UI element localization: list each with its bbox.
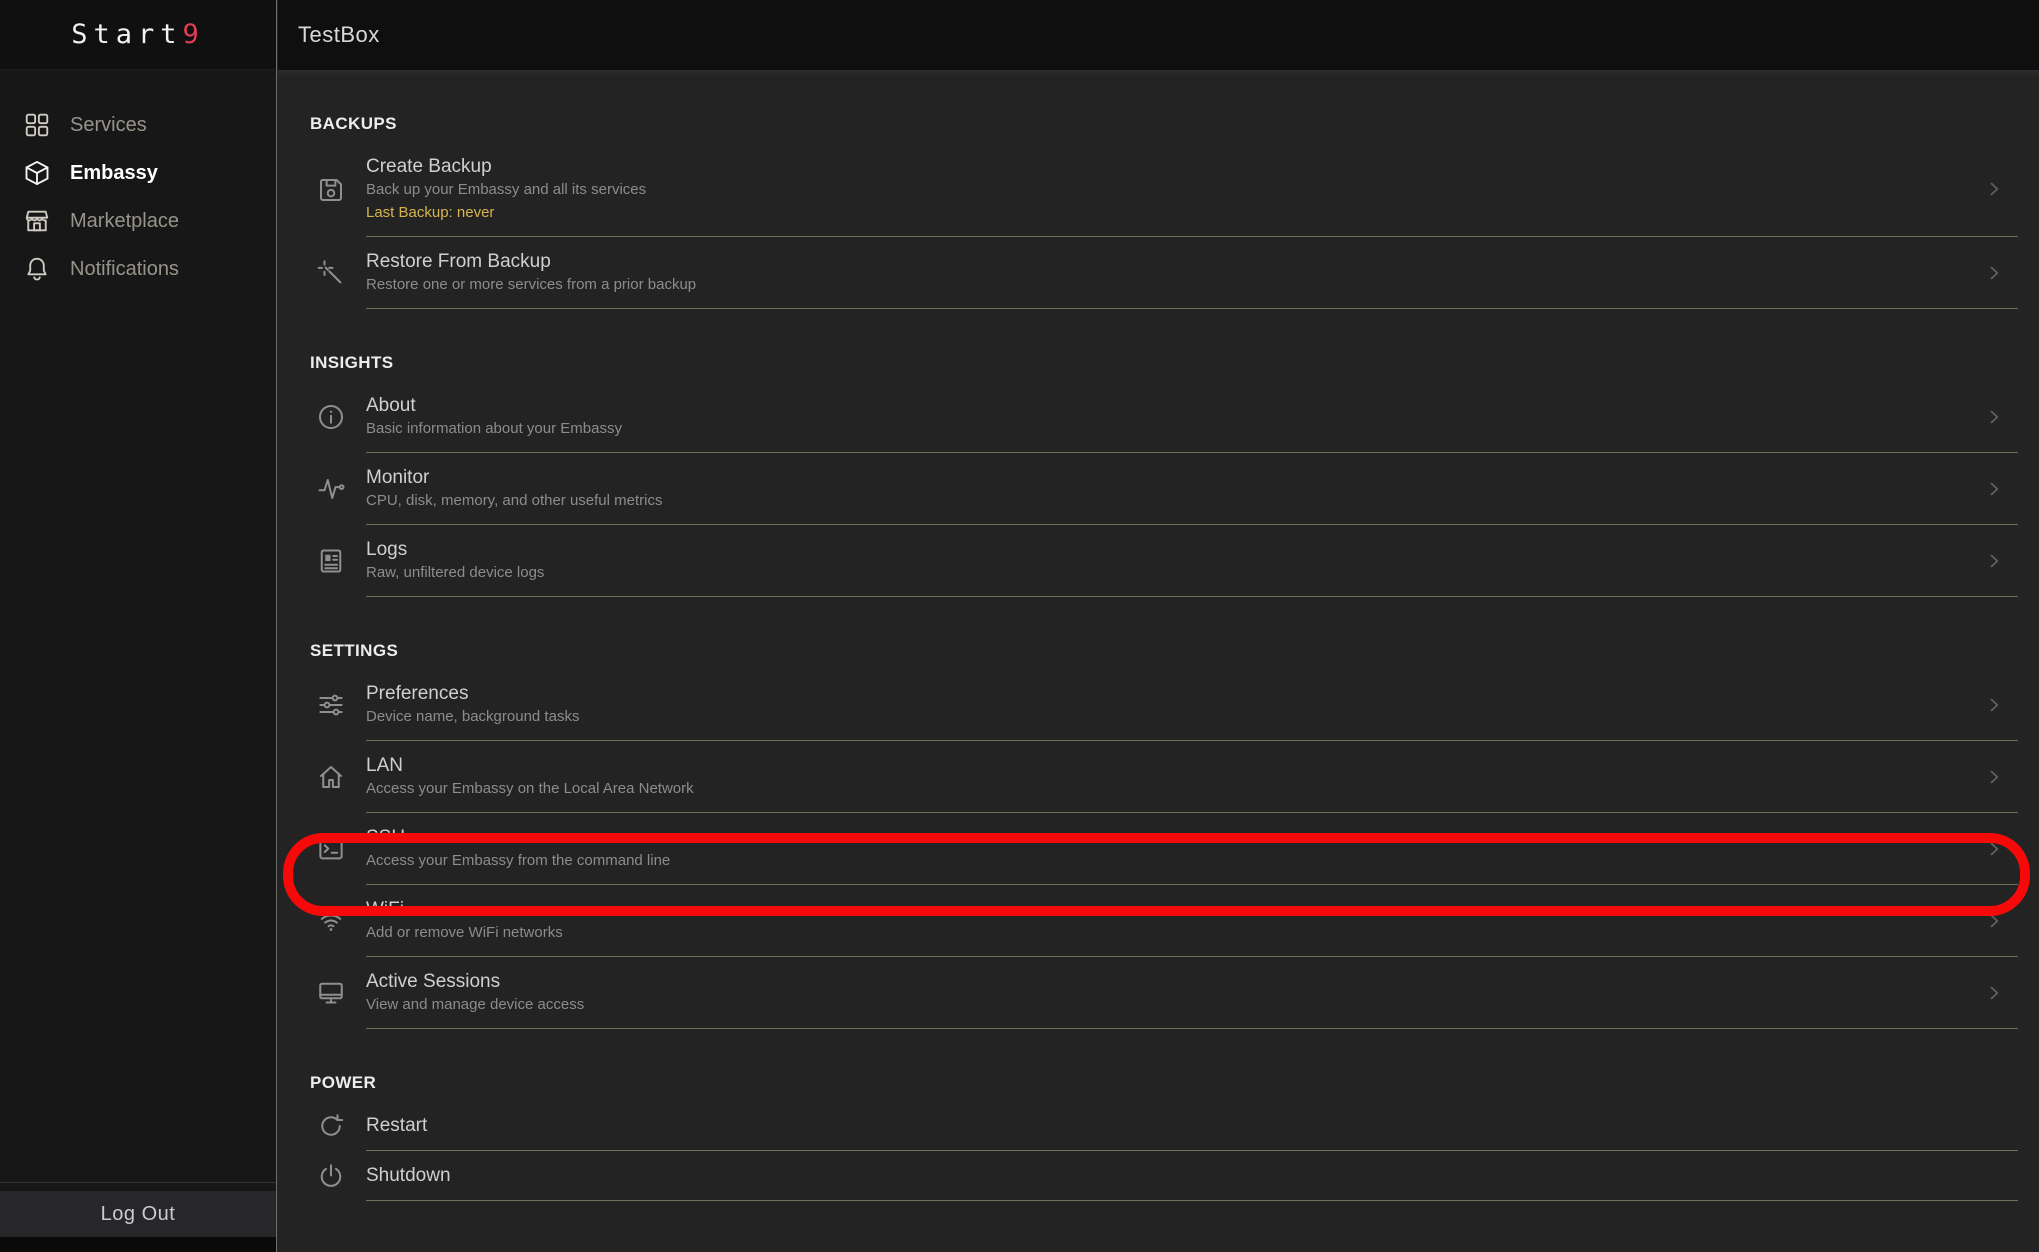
row-ssh[interactable]: SSH Access your Embassy from the command… (310, 813, 2018, 885)
page-title: TestBox (298, 22, 380, 48)
section-title: SETTINGS (310, 597, 2018, 669)
row-active-sessions[interactable]: Active Sessions View and manage device a… (310, 957, 2018, 1029)
chevron-right-icon (1984, 551, 2004, 571)
sidebar-item-services[interactable]: Services (0, 101, 276, 149)
row-title: Restart (366, 1114, 2018, 1137)
row-subtitle: CPU, disk, memory, and other useful metr… (366, 491, 1984, 511)
section-settings: SETTINGS Preferences Device name, backgr… (310, 597, 2018, 1029)
row-preferences[interactable]: Preferences Device name, background task… (310, 669, 2018, 741)
row-title: Restore From Backup (366, 250, 1984, 273)
power-icon (310, 1151, 366, 1201)
sidebar-header: Start9 (0, 0, 276, 70)
sidebar-nav: Services Embassy Marketplace Notificatio… (0, 101, 276, 293)
row-subtitle: Back up your Embassy and all its service… (366, 180, 1984, 200)
cube-icon (23, 159, 51, 187)
pulse-icon (310, 453, 366, 525)
options-icon (310, 669, 366, 741)
chevron-right-icon (1984, 479, 2004, 499)
logo-text: Start (71, 19, 182, 50)
row-title: About (366, 394, 1984, 417)
row-subtitle: Device name, background tasks (366, 707, 1984, 727)
row-create-backup[interactable]: Create Backup Back up your Embassy and a… (310, 142, 2018, 237)
main-header: TestBox (278, 0, 2039, 70)
logo-accent: 9 (183, 19, 205, 50)
chevron-right-icon (1984, 983, 2004, 1003)
section-title: BACKUPS (310, 70, 2018, 142)
logout-divider (0, 1182, 276, 1183)
desktop-icon (310, 957, 366, 1029)
home-icon (310, 741, 366, 813)
sidebar-item-embassy[interactable]: Embassy (0, 149, 276, 197)
row-about[interactable]: About Basic information about your Embas… (310, 381, 2018, 453)
section-title: POWER (310, 1029, 2018, 1101)
row-subtitle: Access your Embassy on the Local Area Ne… (366, 779, 1984, 799)
logout-area: Log Out (0, 1182, 276, 1252)
row-subtitle: Raw, unfiltered device logs (366, 563, 1984, 583)
chevron-right-icon (1984, 179, 2004, 199)
terminal-icon (310, 813, 366, 885)
section-backups: BACKUPS Create Backup Back up your Embas… (310, 70, 2018, 309)
bell-icon (23, 255, 51, 283)
row-subtitle: View and manage device access (366, 995, 1984, 1015)
row-title: Logs (366, 538, 1984, 561)
row-note: Last Backup: never (366, 203, 1984, 223)
chevron-right-icon (1984, 695, 2004, 715)
row-title: WiFi (366, 898, 1984, 921)
start9-logo: Start9 (71, 19, 205, 50)
row-subtitle: Access your Embassy from the command lin… (366, 851, 1984, 871)
section-power: POWER Restart Shutdown (310, 1029, 2018, 1201)
row-shutdown[interactable]: Shutdown (310, 1151, 2018, 1201)
chevron-right-icon (1984, 911, 2004, 931)
row-subtitle: Add or remove WiFi networks (366, 923, 1984, 943)
row-monitor[interactable]: Monitor CPU, disk, memory, and other use… (310, 453, 2018, 525)
row-logs[interactable]: Logs Raw, unfiltered device logs (310, 525, 2018, 597)
row-title: SSH (366, 826, 1984, 849)
logout-button[interactable]: Log Out (0, 1191, 276, 1237)
wand-icon (310, 237, 366, 309)
sidebar-item-notifications[interactable]: Notifications (0, 245, 276, 293)
logout-bottom-strip (0, 1237, 276, 1252)
row-restart[interactable]: Restart (310, 1101, 2018, 1151)
chevron-right-icon (1984, 767, 2004, 787)
chevron-right-icon (1984, 407, 2004, 427)
section-insights: INSIGHTS About Basic information about y… (310, 309, 2018, 597)
row-subtitle: Restore one or more services from a prio… (366, 275, 1984, 295)
info-icon (310, 381, 366, 453)
settings-content: BACKUPS Create Backup Back up your Embas… (278, 70, 2039, 1252)
storefront-icon (23, 207, 51, 235)
main-area: TestBox BACKUPS Create Backup Back up yo… (278, 0, 2039, 1252)
chevron-right-icon (1984, 263, 2004, 283)
row-title: Active Sessions (366, 970, 1984, 993)
row-title: LAN (366, 754, 1984, 777)
row-title: Monitor (366, 466, 1984, 489)
save-icon (310, 142, 366, 237)
row-subtitle: Basic information about your Embassy (366, 419, 1984, 439)
restart-icon (310, 1101, 366, 1151)
chevron-right-icon (1984, 839, 2004, 859)
section-title: INSIGHTS (310, 309, 2018, 381)
sidebar-item-marketplace[interactable]: Marketplace (0, 197, 276, 245)
wifi-icon (310, 885, 366, 957)
row-title: Preferences (366, 682, 1984, 705)
row-lan[interactable]: LAN Access your Embassy on the Local Are… (310, 741, 2018, 813)
logs-icon (310, 525, 366, 597)
row-wifi[interactable]: WiFi Add or remove WiFi networks (310, 885, 2018, 957)
grid-icon (23, 111, 51, 139)
row-restore-from-backup[interactable]: Restore From Backup Restore one or more … (310, 237, 2018, 309)
row-title: Create Backup (366, 155, 1984, 178)
row-title: Shutdown (366, 1164, 2018, 1187)
sidebar: Start9 Services Embassy Marketplace Noti… (0, 0, 277, 1252)
